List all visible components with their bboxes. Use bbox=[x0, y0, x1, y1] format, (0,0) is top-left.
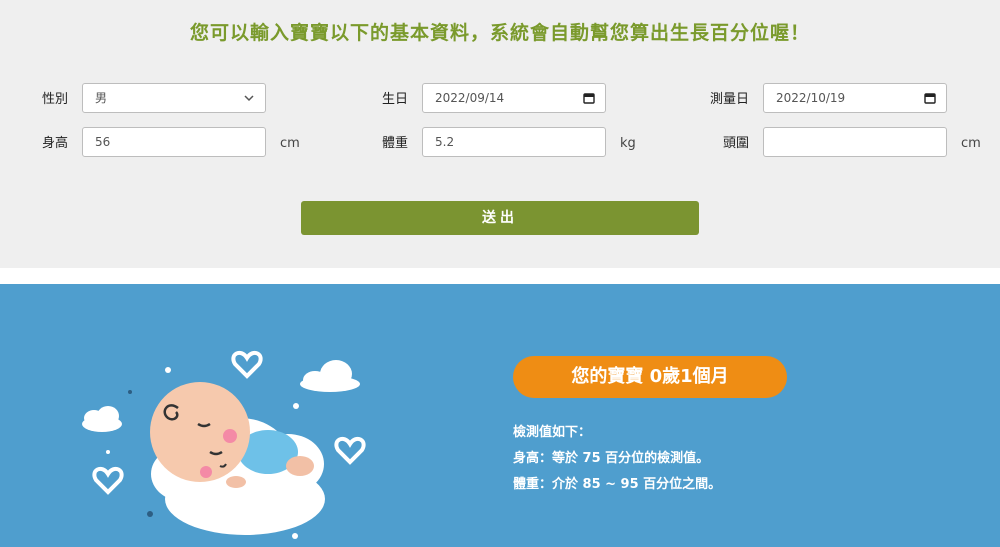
calendar-icon[interactable] bbox=[583, 92, 595, 104]
head-label: 頭圍 bbox=[722, 136, 749, 151]
height-result: 身高：等於 75 百分位的檢測值。 bbox=[513, 451, 710, 466]
cloud-icon bbox=[82, 406, 122, 432]
heart-icon bbox=[231, 350, 263, 379]
gender-select[interactable]: 男 bbox=[82, 83, 266, 113]
cloud-icon bbox=[300, 360, 360, 392]
heart-icon bbox=[334, 436, 366, 465]
height-input[interactable]: 56 bbox=[82, 127, 266, 157]
heart-icon bbox=[92, 466, 124, 495]
result-panel: 您的寶寶 0歲1個月 檢測值如下： 身高：等於 75 百分位的檢測值。 體重：介… bbox=[0, 284, 1000, 547]
gender-value: 男 bbox=[95, 91, 108, 105]
growth-form-panel: 您可以輸入寶寶以下的基本資料，系統會自動幫您算出生長百分位喔！ 性別 男 生日 … bbox=[0, 0, 1000, 268]
submit-button[interactable]: 送出 bbox=[301, 201, 699, 235]
result-heading: 檢測值如下： bbox=[513, 425, 592, 440]
birthday-value: 2022/09/14 bbox=[435, 91, 505, 105]
head-input[interactable] bbox=[763, 127, 947, 157]
height-value: 56 bbox=[95, 135, 111, 149]
baby-illustration bbox=[82, 350, 366, 539]
weight-value: 5.2 bbox=[435, 135, 455, 149]
birthday-label: 生日 bbox=[381, 92, 408, 107]
measure-date-value: 2022/10/19 bbox=[776, 91, 846, 105]
age-badge: 您的寶寶 0歲1個月 bbox=[513, 356, 787, 398]
weight-unit: kg bbox=[620, 136, 636, 151]
weight-label: 體重 bbox=[381, 136, 408, 151]
head-unit: cm bbox=[961, 136, 981, 151]
birthday-input[interactable]: 2022/09/14 bbox=[422, 83, 606, 113]
section-divider bbox=[0, 268, 1000, 284]
height-unit: cm bbox=[280, 136, 300, 151]
intro-text: 您可以輸入寶寶以下的基本資料，系統會自動幫您算出生長百分位喔！ bbox=[189, 22, 810, 44]
weight-input[interactable]: 5.2 bbox=[422, 127, 606, 157]
chevron-down-icon bbox=[244, 95, 254, 102]
gender-label: 性別 bbox=[41, 92, 68, 107]
measure-date-input[interactable]: 2022/10/19 bbox=[763, 83, 947, 113]
measure-date-label: 測量日 bbox=[709, 92, 749, 107]
calendar-icon[interactable] bbox=[924, 92, 936, 104]
height-label: 身高 bbox=[41, 136, 68, 151]
weight-result: 體重：介於 85 ~ 95 百分位之間。 bbox=[513, 477, 722, 492]
